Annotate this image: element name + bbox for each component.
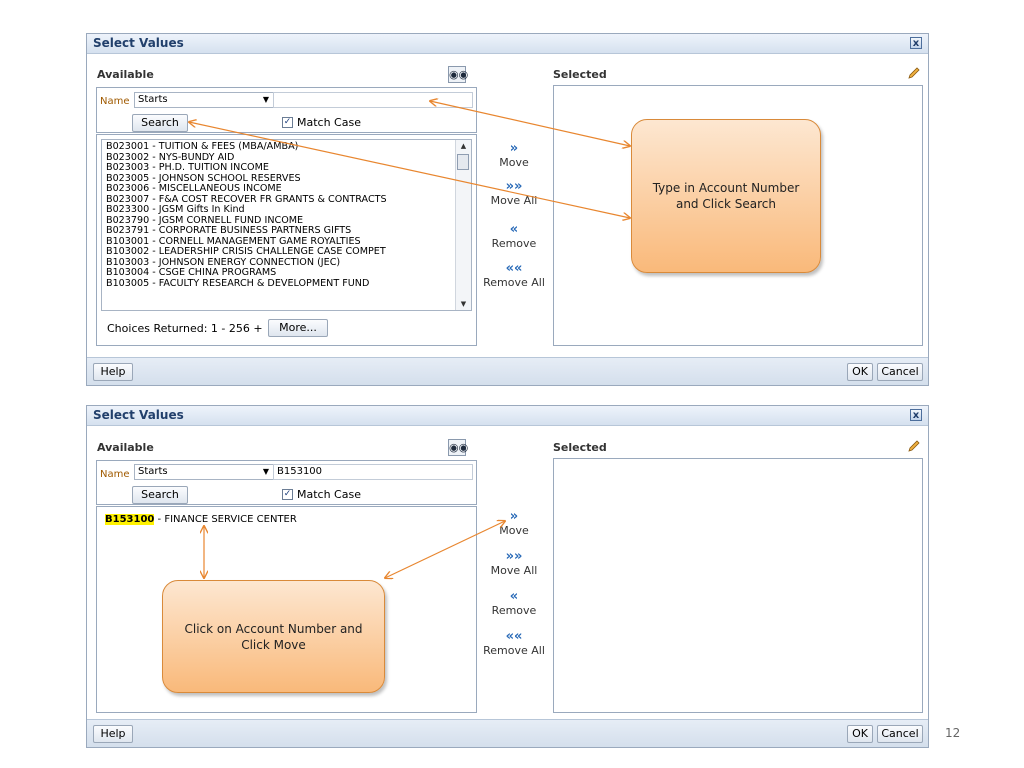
selected-list[interactable] [553, 458, 923, 713]
search-panel: Name Starts ▼ B153100 Search ✓ Match Cas… [96, 460, 477, 505]
cancel-button[interactable]: Cancel [877, 725, 923, 743]
remove-all-label: Remove All [483, 644, 545, 657]
callout-text: Click on Account Number and Click Move [184, 621, 363, 652]
binoculars-icon[interactable]: ◉◉ [448, 66, 468, 83]
selected-label: Selected [553, 441, 607, 454]
remove-all-button[interactable]: «« Remove All [482, 630, 546, 658]
remove-all-icon: «« [505, 629, 523, 644]
operator-select[interactable]: Starts ▼ [134, 92, 274, 108]
move-label: Move [499, 524, 529, 537]
match-case-label: Match Case [297, 488, 361, 501]
remove-all-button[interactable]: «« Remove All [482, 262, 546, 290]
available-label: Available [97, 441, 154, 454]
search-button[interactable]: Search [132, 486, 188, 504]
help-button[interactable]: Help [93, 725, 133, 743]
list-item[interactable]: B023300 - JGSM Gifts In Kind [102, 204, 471, 216]
move-icon: » [509, 141, 519, 156]
match-case-checkbox[interactable]: ✓ Match Case [282, 116, 361, 129]
callout-move-instruction: Click on Account Number and Click Move [162, 580, 385, 693]
remove-button[interactable]: « Remove [482, 590, 546, 618]
move-all-button[interactable]: »» Move All [482, 550, 546, 578]
list-item[interactable]: B103004 - CSGE CHINA PROGRAMS [102, 267, 471, 279]
binoculars-icon[interactable]: ◉◉ [448, 439, 468, 456]
move-all-label: Move All [490, 564, 538, 577]
remove-all-icon: «« [505, 261, 523, 276]
scroll-thumb[interactable] [457, 154, 469, 170]
scroll-up-icon[interactable]: ▲ [456, 140, 471, 152]
search-button[interactable]: Search [132, 114, 188, 132]
list-item[interactable]: B023791 - CORPORATE BUSINESS PARTNERS GI… [102, 225, 471, 237]
dialog-titlebar: Select Values x [87, 34, 928, 54]
available-list-panel: B023001 - TUITION & FEES (MBA/AMBA) B0230… [96, 134, 477, 346]
selected-label: Selected [553, 68, 607, 81]
callout-text: Type in Account Number and Click Search [652, 181, 800, 211]
choices-returned-text: Choices Returned: 1 - 256 + [107, 322, 263, 335]
list-item[interactable]: B103005 - FACULTY RESEARCH & DEVELOPMENT… [102, 278, 471, 290]
remove-all-label: Remove All [483, 276, 545, 289]
remove-button[interactable]: « Remove [482, 223, 546, 251]
dialog-footer: Help OK Cancel [87, 719, 928, 747]
result-account-code: B153100 [105, 514, 155, 525]
available-label: Available [97, 68, 154, 81]
move-all-icon: »» [505, 549, 523, 564]
move-button[interactable]: » Move [482, 142, 546, 170]
match-case-label: Match Case [297, 116, 361, 129]
pencil-icon[interactable] [907, 66, 921, 80]
chevron-down-icon: ▼ [262, 95, 269, 104]
match-case-checkbox[interactable]: ✓ Match Case [282, 488, 361, 501]
checkbox-check-icon: ✓ [282, 117, 293, 128]
dialog-title: Select Values [93, 408, 184, 422]
move-all-icon: »» [505, 179, 523, 194]
checkbox-check-icon: ✓ [282, 489, 293, 500]
operator-value: Starts [138, 466, 168, 477]
remove-icon: « [509, 589, 519, 604]
help-button[interactable]: Help [93, 363, 133, 381]
dialog-title: Select Values [93, 36, 184, 50]
close-icon[interactable]: x [910, 37, 922, 49]
name-search-input[interactable] [273, 92, 473, 108]
list-item[interactable]: B153100 - FINANCE SERVICE CENTER [101, 511, 472, 526]
dialog-footer: Help OK Cancel [87, 357, 928, 385]
move-label: Move [499, 156, 529, 169]
pencil-icon[interactable] [907, 439, 921, 453]
chevron-down-icon: ▼ [262, 467, 269, 476]
operator-value: Starts [138, 94, 168, 105]
move-all-label: Move All [490, 194, 538, 207]
list-item[interactable]: B023006 - MISCELLANEOUS INCOME [102, 183, 471, 195]
result-account-desc: - FINANCE SERVICE CENTER [154, 514, 297, 525]
move-button[interactable]: » Move [482, 510, 546, 538]
close-icon[interactable]: x [910, 409, 922, 421]
ok-button[interactable]: OK [847, 725, 873, 743]
callout-search-instruction: Type in Account Number and Click Search [631, 119, 821, 273]
name-label: Name [100, 96, 130, 107]
operator-select[interactable]: Starts ▼ [134, 464, 274, 480]
available-list[interactable]: B023001 - TUITION & FEES (MBA/AMBA) B0230… [101, 139, 472, 311]
list-item[interactable]: B103002 - LEADERSHIP CRISIS CHALLENGE CA… [102, 246, 471, 258]
dialog-titlebar: Select Values x [87, 406, 928, 426]
scroll-down-icon[interactable]: ▼ [456, 298, 471, 310]
list-scrollbar[interactable]: ▲ ▼ [455, 140, 471, 310]
select-values-dialog-2: Select Values x Available ◉◉ Selected Na… [86, 405, 929, 748]
list-item[interactable]: B023001 - TUITION & FEES (MBA/AMBA) [102, 141, 471, 153]
list-item[interactable]: B023003 - PH.D. TUITION INCOME [102, 162, 471, 174]
more-button[interactable]: More... [268, 319, 328, 337]
remove-label: Remove [491, 604, 537, 617]
name-search-input[interactable]: B153100 [273, 464, 473, 480]
ok-button[interactable]: OK [847, 363, 873, 381]
remove-label: Remove [491, 237, 537, 250]
page-number: 12 [945, 726, 961, 740]
remove-icon: « [509, 222, 519, 237]
search-panel: Name Starts ▼ Search ✓ Match Case [96, 87, 477, 133]
cancel-button[interactable]: Cancel [877, 363, 923, 381]
move-all-button[interactable]: »» Move All [482, 180, 546, 208]
name-label: Name [100, 469, 130, 480]
move-icon: » [509, 509, 519, 524]
